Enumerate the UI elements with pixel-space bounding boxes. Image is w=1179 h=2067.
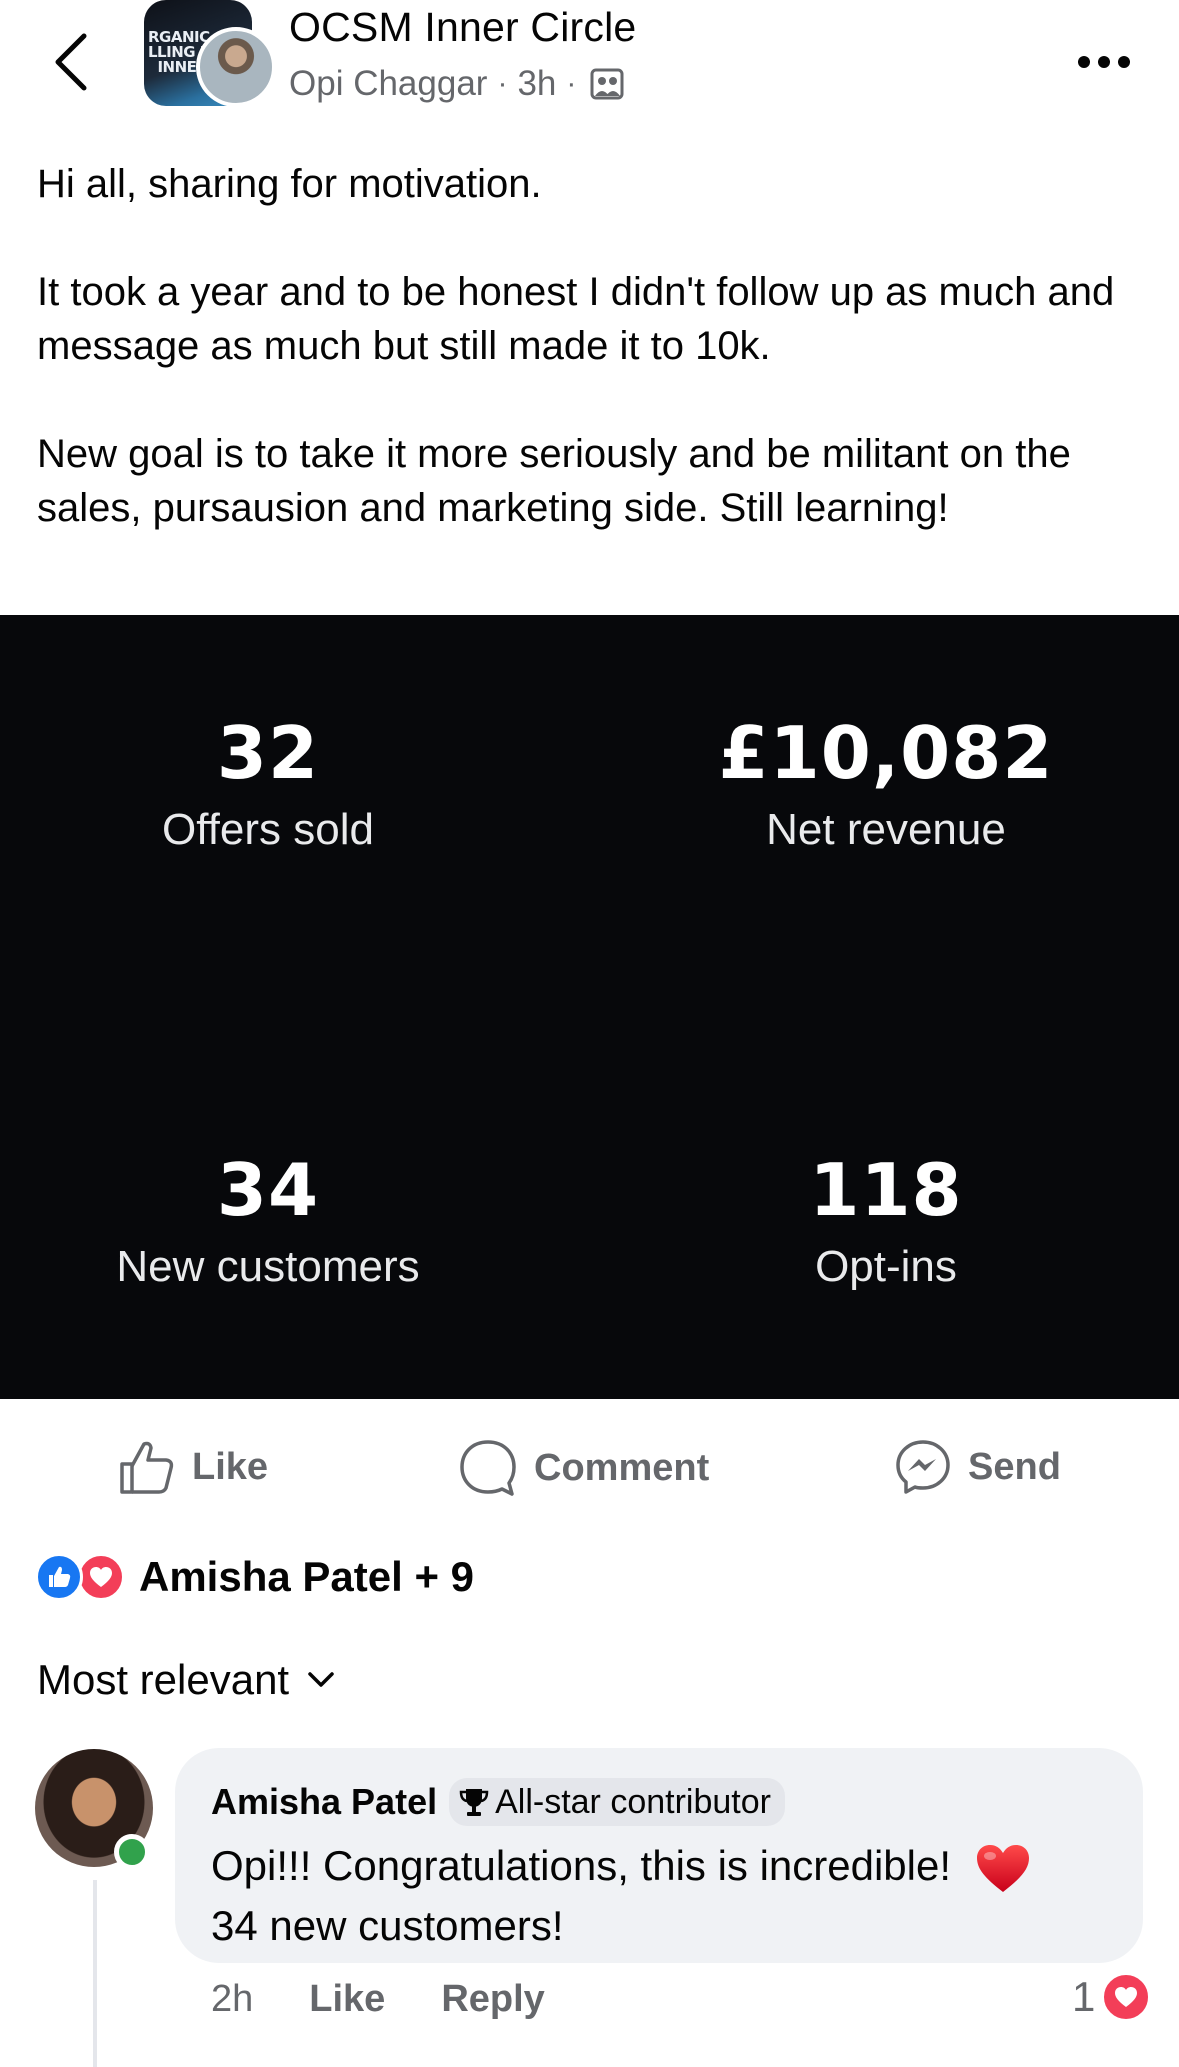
like-label: Like [192, 1445, 269, 1488]
stat-net-revenue: £10,082 Net revenue [636, 713, 1136, 855]
stat-opt-ins: 118 Opt-ins [636, 1150, 1136, 1292]
comment-text-line: Opi!!! Congratulations, this is incredib… [211, 1842, 952, 1889]
comment-time[interactable]: 2h [211, 1978, 253, 2021]
post-meta: Opi Chaggar · 3h · [289, 64, 624, 104]
thread-line [93, 1880, 97, 2067]
reactions-summary[interactable]: Amisha Patel + 9 [35, 1553, 474, 1601]
author-name[interactable]: Opi Chaggar [289, 64, 487, 104]
chevron-down-icon [308, 1672, 334, 1687]
stat-value: 34 [216, 1148, 320, 1232]
messenger-icon [896, 1440, 950, 1494]
send-button[interactable]: Send [894, 1438, 1061, 1496]
post-paragraph: Hi all, sharing for motivation. [37, 162, 542, 206]
comment-header: Amisha Patel All-star contributor [211, 1778, 785, 1826]
stats-image[interactable]: 32 Offers sold £10,082 Net revenue 34 Ne… [0, 615, 1179, 1399]
more-options-icon[interactable] [1078, 56, 1134, 70]
group-name[interactable]: OCSM Inner Circle [289, 4, 636, 51]
comment-reply-button[interactable]: Reply [441, 1978, 544, 2021]
stat-label: New customers [116, 1242, 420, 1291]
love-reaction-icon [1101, 1972, 1152, 2022]
sort-label: Most relevant [37, 1656, 290, 1703]
stat-value: £10,082 [718, 711, 1054, 795]
comment-footer: 2h Like Reply [211, 1978, 545, 2021]
post-header: RGANIC C LLING M INNER C OCSM Inner Circ… [0, 0, 1179, 140]
stat-label: Opt-ins [815, 1242, 957, 1291]
stat-new-customers: 34 New customers [18, 1150, 518, 1292]
comment-reaction-number: 1 [1072, 1973, 1096, 2020]
post-paragraph: It took a year and to be honest I didn't… [37, 270, 1115, 368]
send-label: Send [968, 1445, 1061, 1488]
comment-reaction-count[interactable]: 1 [1072, 1972, 1152, 2022]
comment-like-button[interactable]: Like [309, 1978, 385, 2021]
comment-text-line: 34 new customers! [211, 1902, 564, 1949]
post-paragraph: New goal is to take it more seriously an… [37, 432, 1071, 530]
back-arrow-icon[interactable] [50, 30, 90, 94]
love-reaction-icon [77, 1553, 125, 1601]
comment-button[interactable]: Comment [458, 1438, 709, 1498]
comments-sort-dropdown[interactable]: Most relevant [37, 1656, 335, 1704]
like-reaction-icon [35, 1553, 83, 1601]
like-button[interactable]: Like [118, 1438, 268, 1496]
comment-bubble-icon [460, 1440, 516, 1496]
thumbs-up-icon [120, 1441, 174, 1494]
stat-value: 118 [809, 1148, 963, 1232]
stat-offers-sold: 32 Offers sold [18, 713, 518, 855]
post-time[interactable]: 3h [517, 64, 556, 104]
contributor-badge[interactable]: All-star contributor [449, 1778, 785, 1826]
author-avatar[interactable] [196, 27, 276, 107]
trophy-icon [459, 1789, 489, 1816]
stat-label: Net revenue [766, 805, 1006, 854]
stat-value: 32 [216, 711, 320, 795]
red-heart-emoji-icon [976, 1844, 1029, 1892]
badge-label: All-star contributor [495, 1782, 771, 1821]
comment-text: Opi!!! Congratulations, this is incredib… [211, 1836, 1111, 1956]
stat-label: Offers sold [162, 805, 374, 854]
action-bar: Like Comment Send [0, 1400, 1179, 1520]
commenter-name[interactable]: Amisha Patel [211, 1781, 437, 1823]
comment-bubble[interactable]: Amisha Patel All-star contributor Opi!!!… [175, 1748, 1143, 1963]
group-privacy-icon [590, 68, 624, 100]
meta-separator: · [566, 67, 577, 100]
online-status-dot [114, 1834, 150, 1870]
post-body: Hi all, sharing for motivation. It took … [37, 157, 1147, 535]
reactions-names: Amisha Patel + 9 [139, 1553, 474, 1600]
meta-separator: · [497, 67, 508, 100]
comment-label: Comment [534, 1446, 710, 1489]
